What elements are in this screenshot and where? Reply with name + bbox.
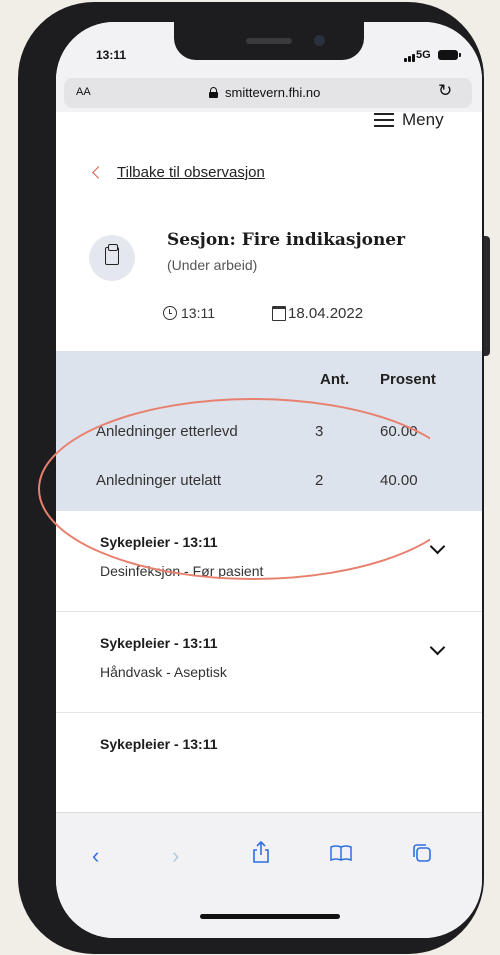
percent-header: Prosent <box>380 371 436 388</box>
menu-label: Meny <box>402 110 444 129</box>
stat-row-count: 2 <box>315 472 324 489</box>
count-header: Ant. <box>320 371 350 388</box>
observation-title: Sykepleier - 13:11 <box>100 635 218 651</box>
observation-item[interactable]: Sykepleier - 13:11 Håndvask - Aseptisk <box>56 612 482 713</box>
stat-row-percent: 40.00 <box>380 472 418 489</box>
back-link[interactable]: Tilbake til observasjon <box>90 164 265 181</box>
stats-table: Ant. Prosent Anledninger etterlevd 3 60.… <box>56 351 482 511</box>
observation-item[interactable]: Sykepleier - 13:11 Desinfeksjon - Før pa… <box>56 511 482 612</box>
status-time: 13:11 <box>96 48 127 62</box>
chevron-right-icon[interactable]: › <box>172 843 179 869</box>
session-date-value: 18.04.2022 <box>288 305 364 322</box>
observation-item[interactable]: Sykepleier - 13:11 <box>56 713 482 814</box>
url-text[interactable]: smittevern.fhi.no <box>225 85 320 100</box>
calendar-icon <box>272 306 286 321</box>
back-link-label: Tilbake til observasjon <box>117 164 265 181</box>
stat-row-percent: 60.00 <box>380 423 418 440</box>
phone-frame: 13:11 5G AA smittevern.fhi.no ↻ Meny Til… <box>18 2 484 954</box>
session-status: (Under arbeid) <box>167 257 258 273</box>
status-bar: 13:11 5G <box>56 22 482 84</box>
home-indicator <box>200 914 340 919</box>
observation-title: Sykepleier - 13:11 <box>100 736 218 752</box>
network-type: 5G <box>416 49 431 61</box>
observation-subtitle: Håndvask - Aseptisk <box>100 664 227 680</box>
stat-row-label: Anledninger utelatt <box>96 472 222 489</box>
hamburger-icon <box>374 113 394 127</box>
chevron-down-icon[interactable] <box>429 639 446 656</box>
lock-icon <box>209 87 218 98</box>
session-title: Sesjon: Fire indikasjoner <box>167 230 406 250</box>
clipboard-avatar <box>89 235 135 281</box>
session-time: 13:11 <box>163 305 215 321</box>
notch <box>174 22 364 60</box>
observation-title: Sykepleier - 13:11 <box>100 534 218 550</box>
chevron-left-icon[interactable]: ‹ <box>92 843 99 869</box>
menu-button[interactable]: Meny <box>374 110 444 130</box>
phone-screen: 13:11 5G AA smittevern.fhi.no ↻ Meny Til… <box>56 22 482 938</box>
clipboard-clip <box>108 244 118 251</box>
reload-icon[interactable]: ↻ <box>438 81 452 101</box>
side-button <box>484 236 490 356</box>
stat-row-count: 3 <box>315 423 324 440</box>
observation-subtitle: Desinfeksjon - Før pasient <box>100 563 264 579</box>
share-icon[interactable] <box>252 841 270 863</box>
clock-icon <box>163 306 177 320</box>
address-field[interactable]: AA smittevern.fhi.no ↻ <box>64 78 472 108</box>
session-date: 18.04.2022 <box>272 305 363 322</box>
browser-toolbar: ‹ › <box>56 812 482 938</box>
text-size-button[interactable]: AA <box>76 86 91 98</box>
speaker-grille <box>246 38 292 44</box>
chevron-left-icon <box>92 166 105 179</box>
book-icon[interactable] <box>330 845 352 861</box>
chevron-down-icon[interactable] <box>429 538 446 555</box>
battery-icon <box>438 50 461 60</box>
tabs-icon[interactable] <box>412 843 432 863</box>
front-camera <box>314 35 325 46</box>
session-time-value: 13:11 <box>181 305 215 321</box>
stat-row-label: Anledninger etterlevd <box>96 423 238 440</box>
